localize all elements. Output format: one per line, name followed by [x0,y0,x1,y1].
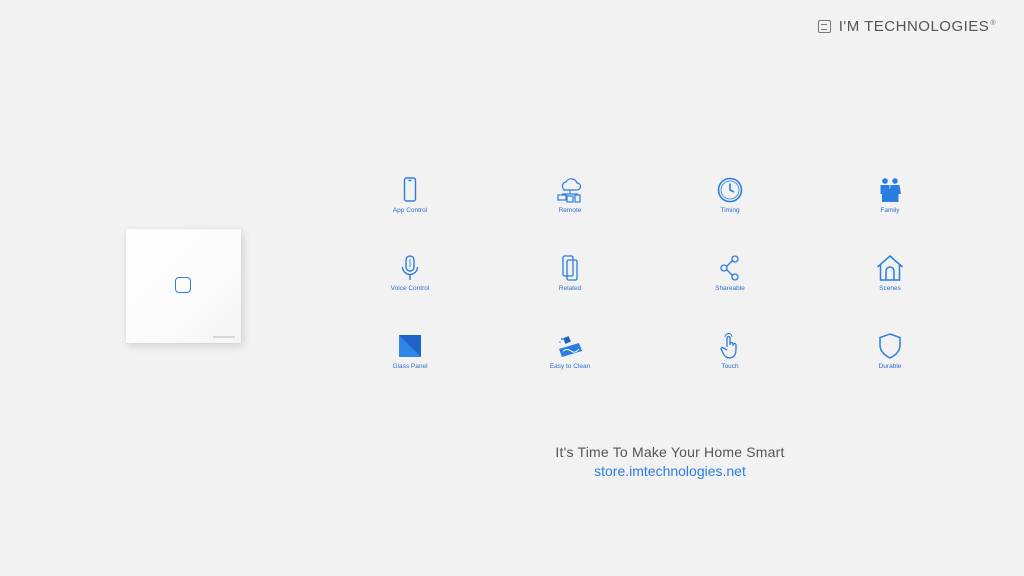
smartphone-icon [403,177,417,202]
glass-panel-icon [399,335,421,357]
touch-hand-icon [720,333,737,359]
cleaning-icon [559,336,582,357]
share-icon [720,255,739,281]
feature-voice-control: Voice Control [330,253,490,331]
feature-touch: Touch [650,331,810,409]
home-icon [877,255,903,281]
im-logo-icon [817,20,831,33]
feature-easy-to-clean: Easy to Clean [490,331,650,409]
feature-timing: Timing [650,175,810,253]
touch-key [175,277,191,293]
feature-scenes: Scenes [810,253,970,331]
feature-glass-panel: Glass Panel [330,331,490,409]
feature-label: Touch [721,363,739,370]
feature-label: App Control [392,207,428,214]
feature-label: Timing [720,207,740,214]
feature-grid: App Control Remote Timing Family Voice C… [330,175,970,385]
feature-label: Voice Control [390,285,430,292]
feature-label: Family [880,207,900,214]
feature-label: Scenes [879,285,901,292]
shield-icon [879,333,901,359]
brand-header: I'M TECHNOLOGIES® [817,18,996,35]
linked-phones-icon [562,255,578,281]
clock-icon [717,177,743,203]
feature-shareable: Shareable [650,253,810,331]
family-icon [880,178,901,202]
feature-label: Durable [878,363,902,370]
tagline: It's Time To Make Your Home Smart [555,444,785,460]
brand-name: I'M TECHNOLOGIES® [838,18,996,35]
feature-label: Glass Panel [392,363,428,370]
device-logo-mark [213,336,235,338]
feature-label: Related [558,285,582,292]
feature-app-control: App Control [330,175,490,253]
feature-label: Easy to Clean [549,363,591,370]
feature-label: Shareable [715,285,745,292]
feature-related: Related [490,253,650,331]
feature-remote: Remote [490,175,650,253]
cloud-network-icon [557,178,582,203]
microphone-icon [401,255,419,280]
smart-switch-panel [126,229,241,343]
feature-label: Remote [558,207,582,214]
store-link[interactable]: store.imtechnologies.net [500,463,840,479]
feature-family: Family [810,175,970,253]
feature-durable: Durable [810,331,970,409]
